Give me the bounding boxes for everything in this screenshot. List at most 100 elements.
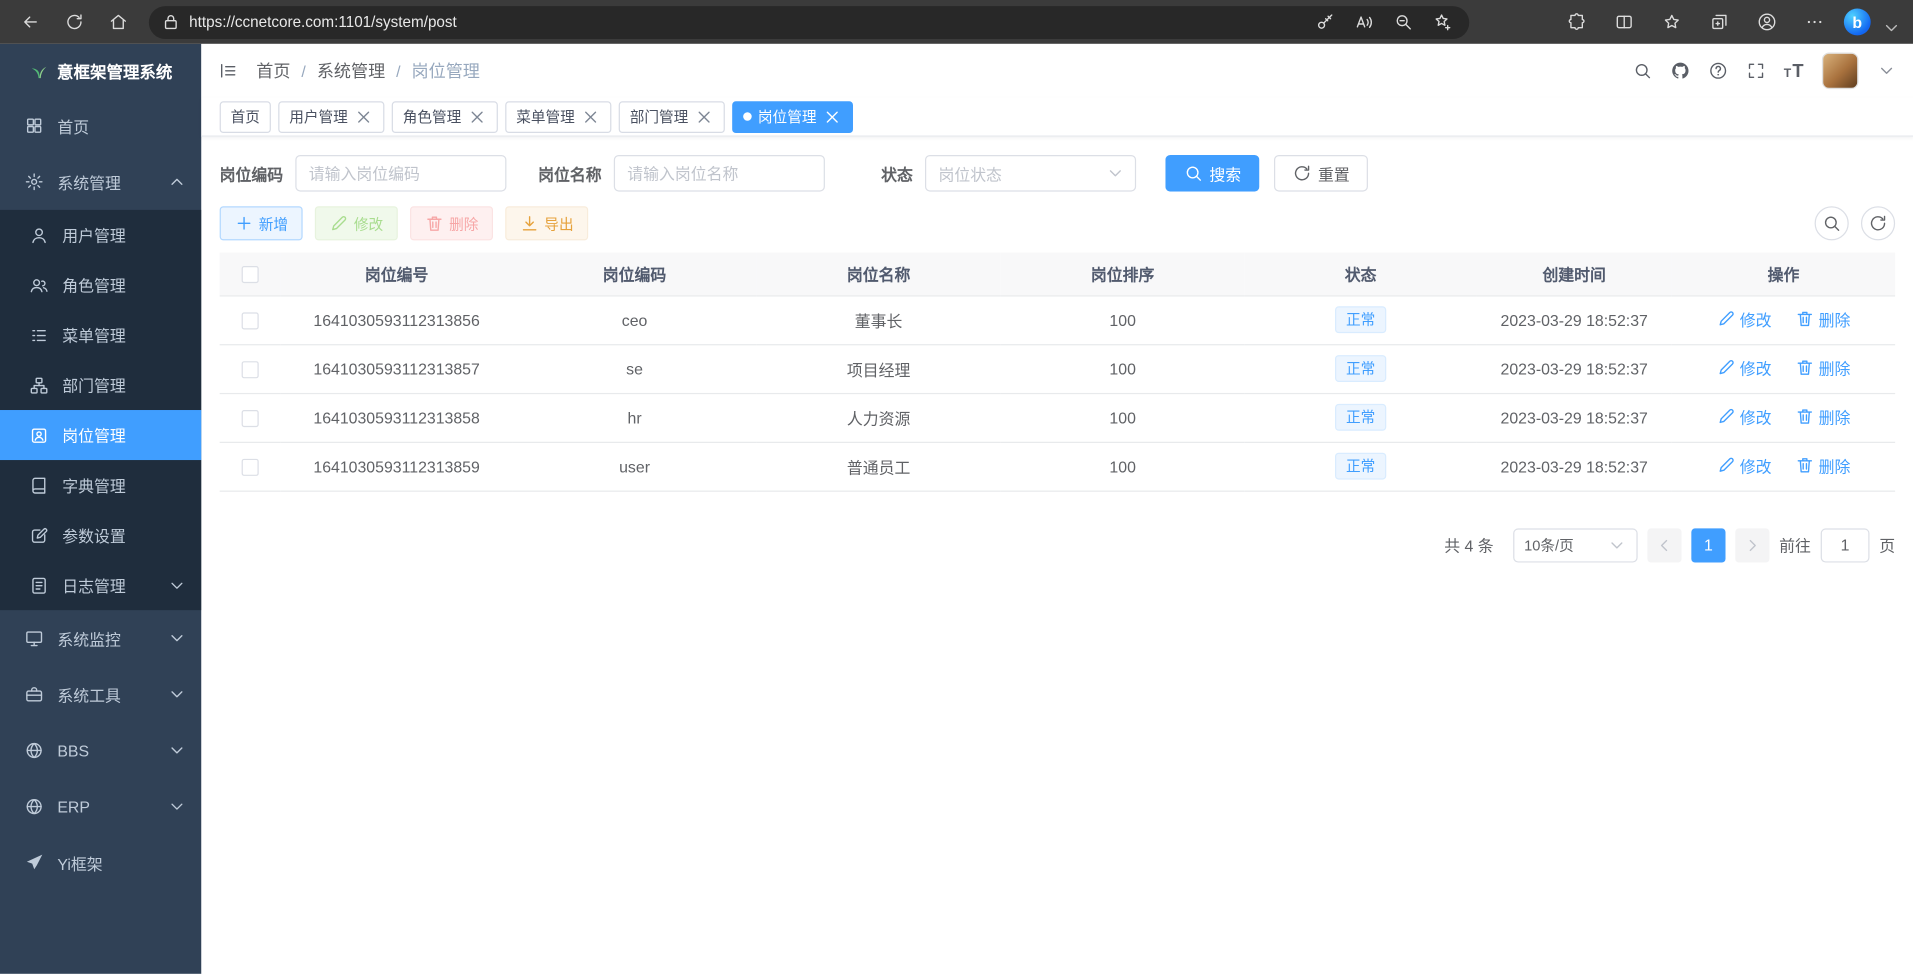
row-delete-link[interactable]: 删除 — [1795, 356, 1850, 379]
sidebar-item-system[interactable]: 系统管理 — [0, 154, 201, 210]
next-page-button[interactable] — [1735, 528, 1769, 562]
sidebar-item-dict-mgmt[interactable]: 字典管理 — [0, 460, 201, 510]
sidebar-item-yi-framework[interactable]: Yi框架 — [0, 835, 201, 891]
help-icon[interactable] — [1708, 61, 1728, 81]
browser-home-button[interactable] — [100, 5, 137, 39]
browser-menu-button[interactable] — [1796, 5, 1833, 39]
row-checkbox[interactable] — [242, 410, 259, 427]
tab-home[interactable]: 首页 — [220, 101, 271, 133]
row-delete-link[interactable]: 删除 — [1795, 454, 1850, 477]
sidebar-item-home[interactable]: 首页 — [0, 98, 201, 154]
breadcrumb-system[interactable]: 系统管理 — [317, 59, 385, 83]
row-checkbox[interactable] — [242, 361, 259, 378]
sidebar-item-dept-mgmt[interactable]: 部门管理 — [0, 360, 201, 410]
tab-user-mgmt[interactable]: 用户管理 — [278, 101, 384, 133]
hamburger-icon — [218, 61, 238, 81]
chevron-down-icon — [167, 575, 187, 595]
address-bar[interactable]: https://ccnetcore.com:1101/system/post — [149, 5, 1469, 38]
goto-page-input[interactable] — [1821, 528, 1870, 562]
password-key-button[interactable] — [1309, 7, 1340, 36]
add-favorite-button[interactable] — [1427, 7, 1458, 36]
font-size-button[interactable]: T T — [1784, 60, 1804, 81]
menu-label: 系统监控 — [57, 627, 120, 650]
post-sort-cell: 100 — [1001, 295, 1245, 344]
post-id-cell: 1641030593112313859 — [281, 442, 513, 491]
breadcrumb: 首页 系统管理 岗位管理 — [256, 59, 480, 83]
split-screen-button[interactable] — [1606, 5, 1643, 39]
bing-discover-button[interactable]: b — [1844, 9, 1871, 36]
trash-icon — [1795, 455, 1815, 475]
sidebar-item-role-mgmt[interactable]: 角色管理 — [0, 260, 201, 310]
close-icon[interactable] — [354, 107, 374, 127]
url-text[interactable]: https://ccnetcore.com:1101/system/post — [189, 13, 1301, 30]
chevron-down-icon — [1106, 164, 1126, 184]
edit-button[interactable]: 修改 — [315, 206, 398, 240]
select-all-checkbox[interactable] — [242, 266, 259, 283]
browser-refresh-button[interactable] — [56, 5, 93, 39]
row-checkbox[interactable] — [242, 459, 259, 476]
search-icon[interactable] — [1632, 61, 1652, 81]
close-icon[interactable] — [694, 107, 714, 127]
extensions-button[interactable] — [1558, 5, 1595, 39]
status-badge: 正常 — [1335, 404, 1386, 431]
row-edit-link[interactable]: 修改 — [1717, 356, 1772, 379]
profile-person-icon — [1757, 12, 1777, 32]
sidebar-item-menu-mgmt[interactable]: 菜单管理 — [0, 310, 201, 360]
browser-back-button[interactable] — [12, 5, 49, 39]
row-edit-link[interactable]: 修改 — [1717, 405, 1772, 428]
row-edit-link[interactable]: 修改 — [1717, 454, 1772, 477]
search-button[interactable]: 搜索 — [1165, 155, 1259, 192]
favorites-button[interactable] — [1654, 5, 1691, 39]
sidebar-item-user-mgmt[interactable]: 用户管理 — [0, 210, 201, 260]
sidebar-item-log-mgmt[interactable]: 日志管理 — [0, 560, 201, 610]
sidebar-item-monitor[interactable]: 系统监控 — [0, 610, 201, 666]
sidebar-item-bbs[interactable]: BBS — [0, 722, 201, 778]
tab-post-mgmt[interactable]: 岗位管理 — [732, 101, 853, 133]
row-edit-link[interactable]: 修改 — [1717, 307, 1772, 330]
delete-button[interactable]: 删除 — [410, 206, 493, 240]
zoom-button[interactable] — [1387, 7, 1418, 36]
prev-page-button[interactable] — [1647, 528, 1681, 562]
refresh-table-button[interactable] — [1861, 206, 1895, 240]
collections-button[interactable] — [1701, 5, 1738, 39]
row-delete-link[interactable]: 删除 — [1795, 307, 1850, 330]
post-name-cell: 项目经理 — [757, 344, 1001, 393]
close-icon[interactable] — [467, 107, 487, 127]
status-select[interactable]: 岗位状态 — [925, 155, 1136, 192]
globe-icon — [24, 797, 44, 817]
column-post-name: 岗位名称 — [757, 253, 1001, 296]
sidebar-item-param-settings[interactable]: 参数设置 — [0, 510, 201, 560]
close-icon[interactable] — [581, 107, 601, 127]
export-button[interactable]: 导出 — [505, 206, 588, 240]
tab-dept-mgmt[interactable]: 部门管理 — [619, 101, 725, 133]
browser-profile-button[interactable] — [1749, 5, 1786, 39]
close-icon[interactable] — [823, 107, 843, 127]
split-screen-icon — [1614, 12, 1634, 32]
row-checkbox[interactable] — [242, 312, 259, 329]
read-aloud-button[interactable] — [1348, 7, 1379, 36]
row-delete-link[interactable]: 删除 — [1795, 405, 1850, 428]
github-icon[interactable] — [1670, 61, 1690, 81]
toggle-search-button[interactable] — [1815, 206, 1849, 240]
fullscreen-icon[interactable] — [1746, 61, 1766, 81]
sidebar-item-tools[interactable]: 系统工具 — [0, 666, 201, 722]
reset-button[interactable]: 重置 — [1274, 155, 1368, 192]
add-button[interactable]: 新增 — [220, 206, 303, 240]
tab-role-mgmt[interactable]: 角色管理 — [392, 101, 498, 133]
chevron-down-icon[interactable] — [1877, 61, 1897, 81]
post-code-input[interactable] — [295, 155, 506, 192]
tab-menu-mgmt[interactable]: 菜单管理 — [505, 101, 611, 133]
sidebar-item-erp[interactable]: ERP — [0, 779, 201, 835]
collapse-sidebar-button[interactable] — [218, 61, 238, 81]
org-tree-icon — [29, 375, 49, 395]
page-number-button[interactable]: 1 — [1691, 528, 1725, 562]
sidebar-item-post-mgmt[interactable]: 岗位管理 — [0, 410, 201, 460]
column-status: 状态 — [1245, 253, 1477, 296]
post-name-input[interactable] — [614, 155, 825, 192]
read-aloud-icon — [1354, 12, 1374, 32]
user-avatar[interactable] — [1822, 52, 1859, 89]
breadcrumb-separator — [396, 61, 400, 81]
chevron-down-icon[interactable] — [1882, 18, 1902, 38]
breadcrumb-home[interactable]: 首页 — [256, 59, 290, 83]
page-size-select[interactable]: 10条/页 — [1513, 528, 1637, 562]
